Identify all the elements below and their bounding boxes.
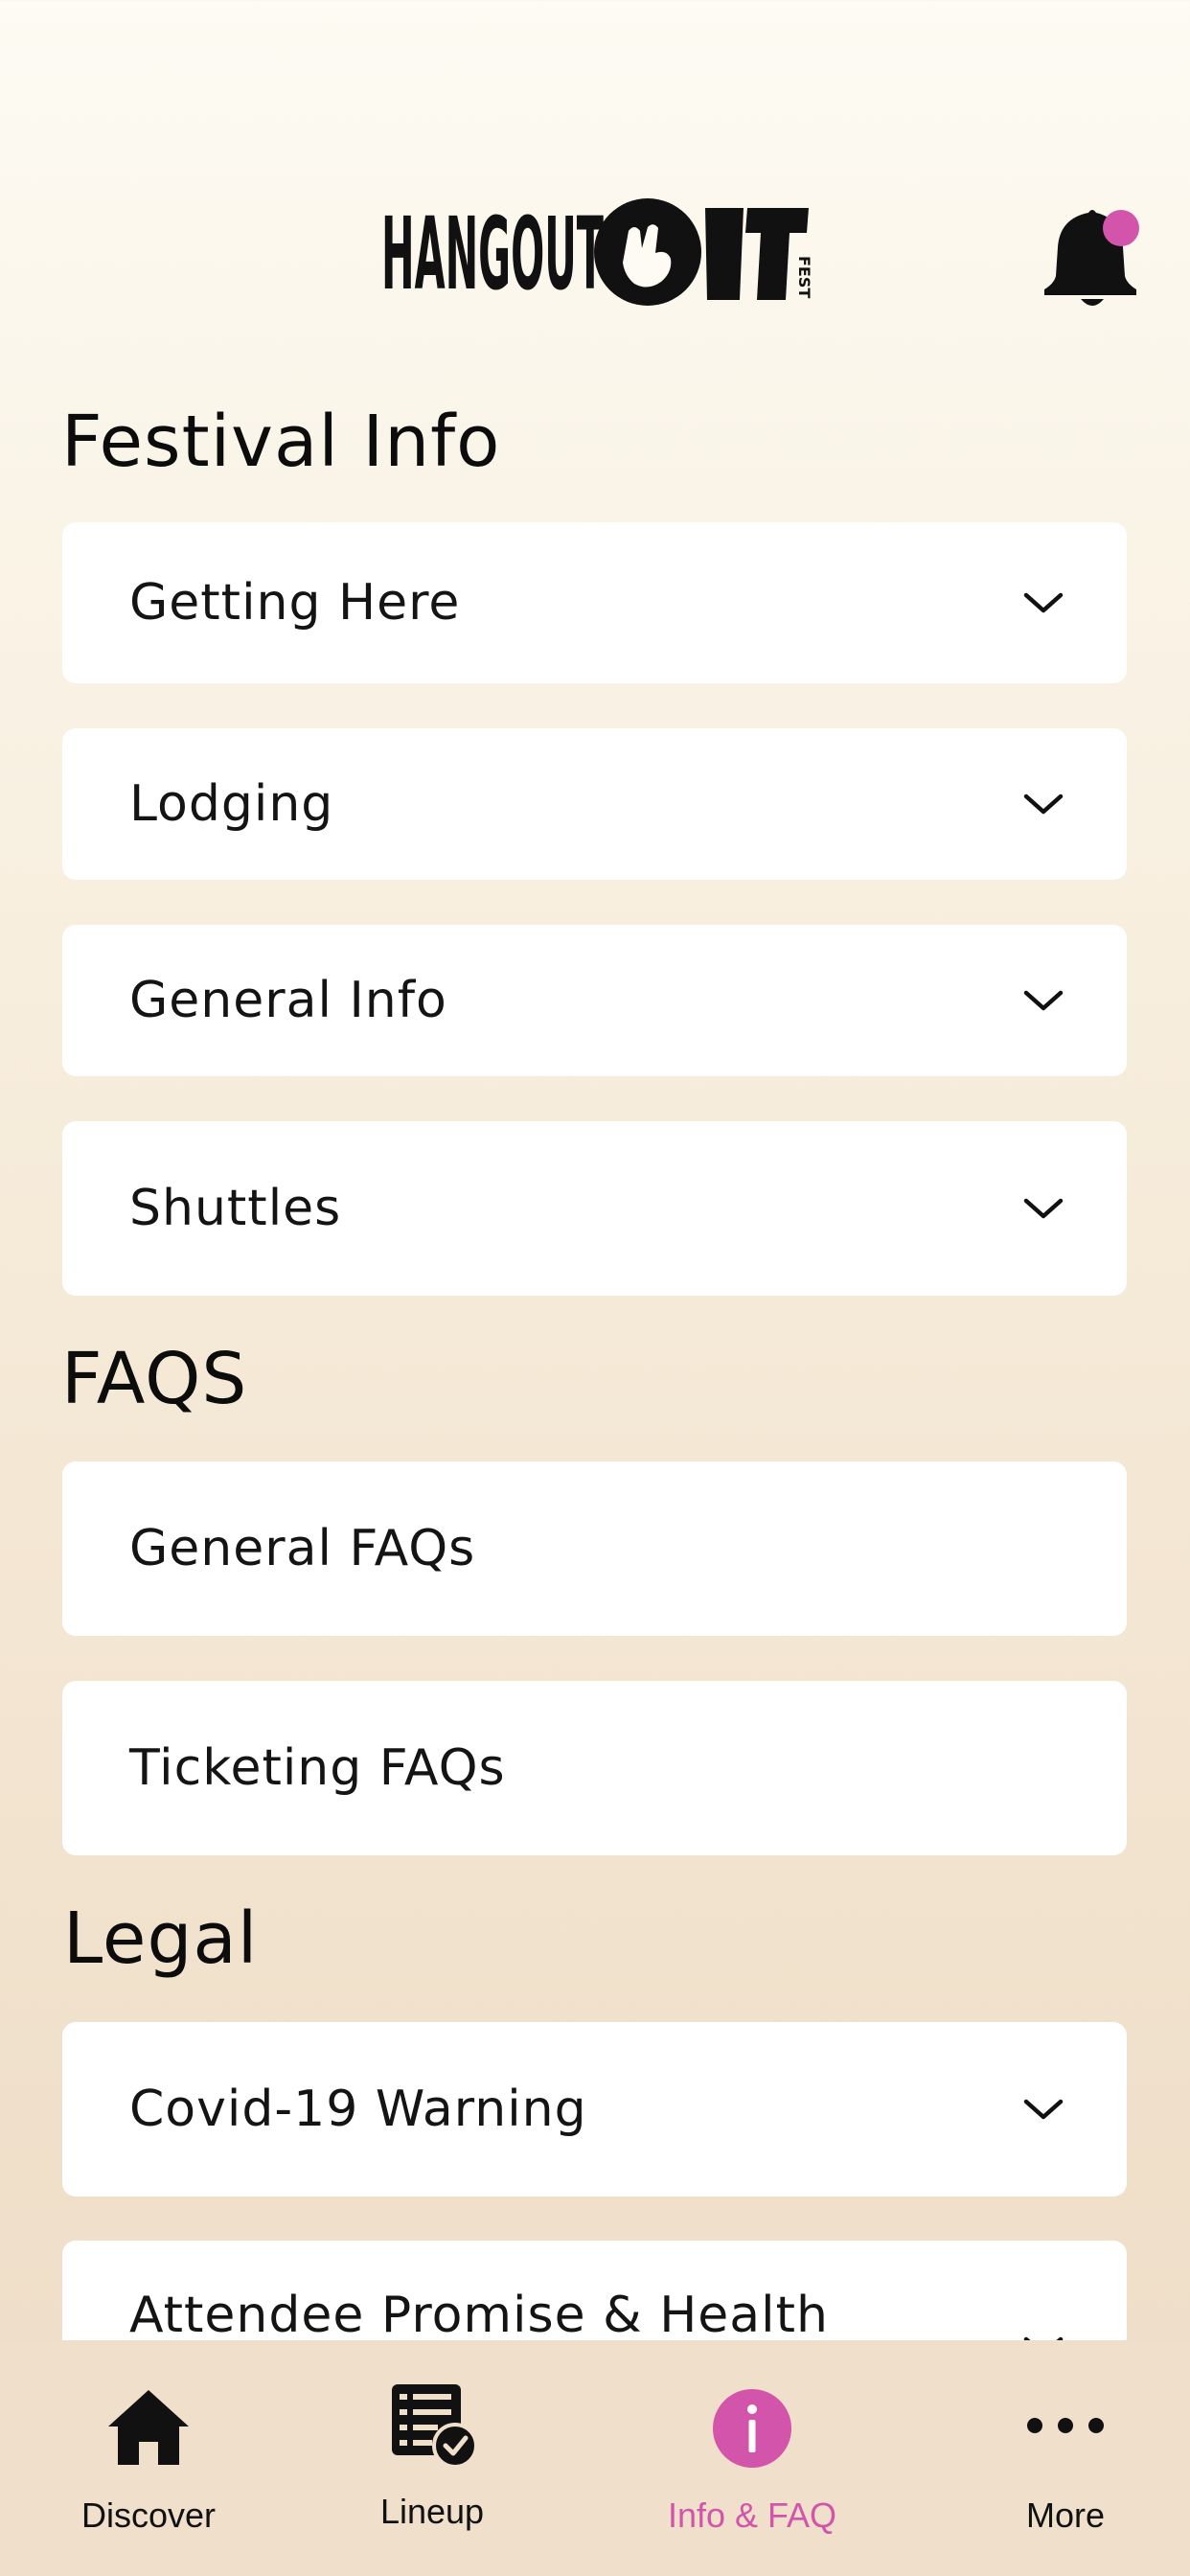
link-ticketing-faqs[interactable]: Ticketing FAQs <box>62 1681 1127 1855</box>
hangout-fest-logo: HANGOUT FEST <box>381 196 813 310</box>
accordion-general-info[interactable]: General Info <box>62 925 1127 1076</box>
info-icon <box>713 2389 791 2468</box>
accordion-getting-here[interactable]: Getting Here <box>62 522 1127 683</box>
home-icon <box>108 2390 189 2465</box>
accordion-lodging[interactable]: Lodging <box>62 728 1127 880</box>
accordion-covid-19-warning[interactable]: Covid-19 Warning <box>62 2022 1127 2196</box>
tab-label: Lineup <box>379 2492 485 2531</box>
tab-discover[interactable]: Discover <box>0 2340 297 2576</box>
tab-more[interactable]: More <box>917 2340 1190 2576</box>
link-general-faqs[interactable]: General FAQs <box>62 1461 1127 1636</box>
tab-label: Discover <box>80 2496 217 2535</box>
row-label: General Info <box>129 972 447 1029</box>
legal-heading: Legal <box>63 1898 259 1980</box>
tab-lineup[interactable]: Lineup <box>284 2340 581 2576</box>
app-header: HANGOUT FEST <box>0 0 1190 364</box>
accordion-shuttles[interactable]: Shuttles <box>62 1121 1127 1296</box>
chevron-down-icon <box>1023 2099 1064 2120</box>
notification-dot <box>1103 210 1139 246</box>
row-label: Getting Here <box>129 574 461 632</box>
logo-text-left: HANGOUT <box>381 196 604 310</box>
bottom-tab-bar: Discover Lineup Info & FAQ More <box>0 2340 1190 2576</box>
chevron-down-icon <box>1023 794 1064 815</box>
row-label: Attendee Promise & Health <box>129 2287 829 2340</box>
accordion-attendee-promise-health[interactable]: Attendee Promise & Health <box>62 2241 1127 2340</box>
info-content-scroll[interactable]: Festival Info Getting Here Lodging Gener… <box>0 364 1190 2340</box>
row-label: Covid-19 Warning <box>129 2081 587 2138</box>
tab-label: More <box>1025 2496 1106 2535</box>
chevron-down-icon <box>1023 592 1064 613</box>
tab-info-faq[interactable]: Info & FAQ <box>604 2340 901 2576</box>
more-dots-icon <box>1027 2418 1104 2433</box>
logo-text-fest: FEST <box>795 256 813 298</box>
tab-label: Info & FAQ <box>667 2496 837 2535</box>
row-label: Ticketing FAQs <box>129 1739 506 1797</box>
chevron-down-icon <box>1023 990 1064 1011</box>
chevron-down-icon <box>1023 1198 1064 1219</box>
festival-info-heading: Festival Info <box>61 401 501 483</box>
row-label: Shuttles <box>129 1180 342 1237</box>
row-label: General FAQs <box>129 1520 476 1577</box>
faqs-heading: FAQS <box>61 1338 248 1420</box>
notifications-bell-icon[interactable] <box>1044 201 1140 307</box>
row-label: Lodging <box>129 775 334 833</box>
lineup-checklist-icon <box>392 2384 478 2469</box>
